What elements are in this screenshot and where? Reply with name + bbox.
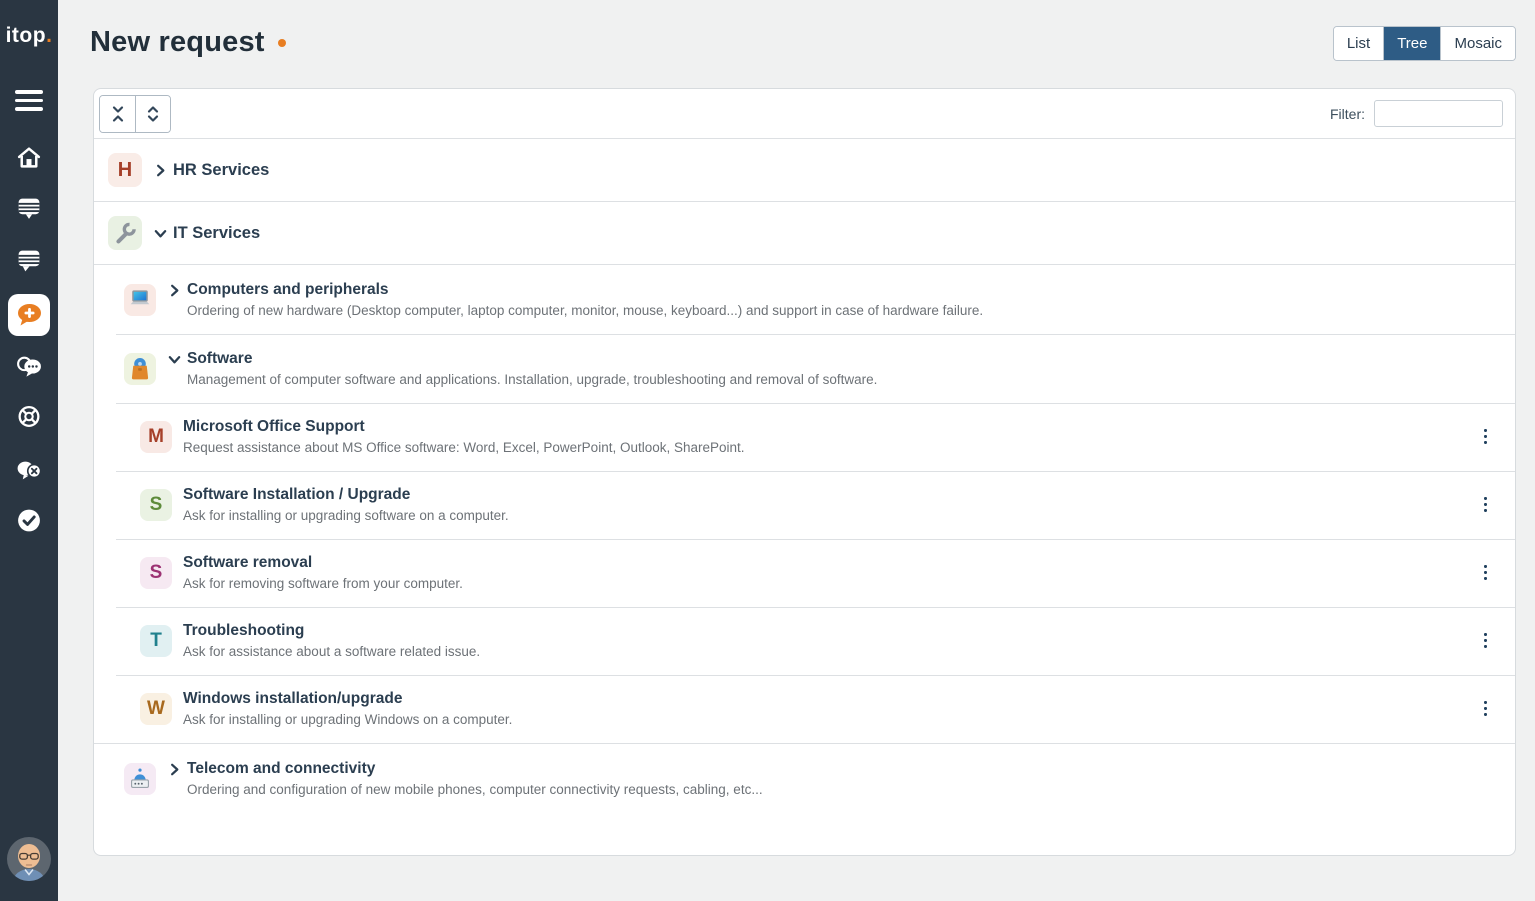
tree-row-troubleshooting[interactable]: T Troubleshooting Ask for assistance abo… [94,607,1515,675]
row-title[interactable]: Software [187,350,252,368]
chat-ellipsis-icon [16,353,43,380]
tree-row-software-removal[interactable]: S Software removal Ask for removing soft… [94,539,1515,607]
row-title[interactable]: Telecom and connectivity [187,760,375,778]
view-list-button[interactable]: List [1334,27,1383,60]
computers-icon-badge [124,284,156,316]
collapse-all-icon [110,105,126,123]
user-avatar[interactable] [6,836,52,882]
view-toggle: List Tree Mosaic [1333,26,1516,61]
software-bag-icon [125,354,155,384]
row-title[interactable]: HR Services [173,161,269,180]
panel-toolbar: Filter: [94,89,1515,139]
app-logo[interactable]: itop. [0,24,58,48]
home-icon [16,144,43,171]
sidebar-item-approvals[interactable] [16,507,43,534]
main-content: New request List Tree Mosaic [58,0,1535,901]
row-description: Ordering of new hardware (Desktop comput… [167,303,983,318]
tree-controls [99,95,171,133]
page-header: New request List Tree Mosaic [58,0,1535,88]
kebab-menu-icon[interactable] [1480,561,1492,585]
row-description: Ask for assistance about a software rela… [183,644,480,659]
expand-all-button[interactable] [135,96,170,132]
sidebar-item-ongoing-requests[interactable] [16,353,43,380]
row-description: Ordering and configuration of new mobile… [167,782,763,797]
chat-close-icon [16,457,43,484]
tree-row-telecom-and-connectivity[interactable]: Telecom and connectivity Ordering and co… [94,743,1515,813]
chevron-right-icon[interactable] [167,283,182,298]
sidebar-item-home[interactable] [16,144,43,171]
tree-row-it-services[interactable]: IT Services [94,201,1515,264]
logo-text: itop [6,24,46,47]
hr-services-letter-badge: H [108,153,142,187]
tree-row-software[interactable]: Software Management of computer software… [94,334,1515,403]
new-request-icon [8,294,50,336]
router-icon [125,764,155,794]
filter-group: Filter: [1330,100,1503,127]
page-title: New request [90,26,286,59]
view-mosaic-button[interactable]: Mosaic [1440,27,1515,60]
chevron-down-icon[interactable] [153,226,168,241]
services-panel: Filter: H HR Services [93,88,1516,856]
service-letter-badge: W [140,693,172,725]
avatar-image [6,836,52,882]
row-title[interactable]: Microsoft Office Support [183,418,365,436]
title-accent-dot [278,39,286,47]
service-letter-badge: M [140,421,172,453]
collapse-all-button[interactable] [100,96,135,132]
catalog-bubble-alt-icon [16,247,43,274]
chevron-right-icon[interactable] [153,163,168,178]
telecom-icon-badge [124,763,156,795]
row-description: Ask for installing or upgrading software… [183,508,509,523]
row-title[interactable]: Troubleshooting [183,622,304,640]
sidebar-item-support[interactable] [16,403,43,430]
kebab-menu-icon[interactable] [1480,697,1492,721]
tree-row-microsoft-office-support[interactable]: M Microsoft Office Support Request assis… [94,403,1515,471]
wrench-icon [110,218,140,248]
software-icon-badge [124,353,156,385]
sidebar-item-services-catalog[interactable] [16,195,43,222]
row-title[interactable]: Computers and peripherals [187,281,389,299]
row-title[interactable]: Windows installation/upgrade [183,690,402,708]
row-description: Ask for removing software from your comp… [183,576,463,591]
row-description: Management of computer software and appl… [167,372,877,387]
chevron-down-icon[interactable] [167,352,182,367]
service-letter-badge: T [140,625,172,657]
tree-row-computers-and-peripherals[interactable]: Computers and peripherals Ordering of ne… [94,264,1515,334]
sidebar-item-services-catalog-alt[interactable] [16,247,43,274]
services-tree: H HR Services [94,139,1515,813]
kebab-menu-icon[interactable] [1480,629,1492,653]
view-tree-button[interactable]: Tree [1383,27,1440,60]
menu-toggle-button[interactable] [15,90,43,116]
laptop-icon [125,285,155,315]
filter-label: Filter: [1330,106,1365,122]
row-description: Request assistance about MS Office softw… [183,440,745,455]
sidebar-item-closed-requests[interactable] [16,457,43,484]
row-title[interactable]: Software removal [183,554,312,572]
kebab-menu-icon[interactable] [1480,425,1492,449]
service-letter-badge: S [140,557,172,589]
chevron-right-icon[interactable] [167,762,182,777]
sidebar-item-new-request[interactable] [8,294,50,336]
tree-row-hr-services[interactable]: H HR Services [94,139,1515,201]
kebab-menu-icon[interactable] [1480,493,1492,517]
row-title[interactable]: Software Installation / Upgrade [183,486,410,504]
catalog-bubble-icon [16,195,43,222]
check-circle-icon [16,507,43,534]
row-description: Ask for installing or upgrading Windows … [183,712,512,727]
tree-row-software-installation-upgrade[interactable]: S Software Installation / Upgrade Ask fo… [94,471,1515,539]
logo-dot: . [46,24,52,47]
row-title[interactable]: IT Services [173,224,260,243]
expand-all-icon [145,105,161,123]
sidebar: itop. [0,0,58,901]
it-services-icon-badge [108,216,142,250]
tree-row-windows-installation-upgrade[interactable]: W Windows installation/upgrade Ask for i… [94,675,1515,743]
lifebuoy-icon [16,403,43,430]
service-letter-badge: S [140,489,172,521]
filter-input[interactable] [1374,100,1503,127]
